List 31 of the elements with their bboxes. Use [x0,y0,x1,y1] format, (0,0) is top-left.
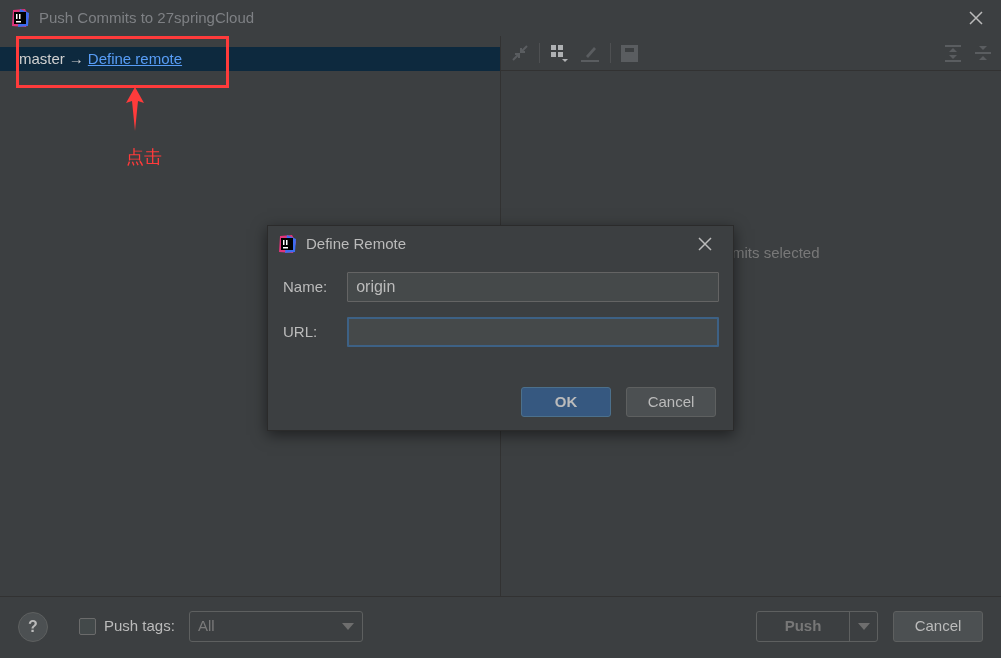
ok-button[interactable]: OK [521,387,611,417]
cancel-button[interactable]: Cancel [626,387,716,417]
pencil-icon[interactable] [580,44,600,62]
branch-row[interactable]: master → Define remote [0,47,500,71]
window-title: Push Commits to 27springCloud [39,7,255,28]
panel-icon[interactable] [621,44,638,62]
app-logo-icon [10,8,30,28]
annotation-label: 点击 [126,146,162,169]
close-icon[interactable] [969,11,983,25]
help-button[interactable]: ? [18,611,48,642]
arrow-text: → [68,48,84,69]
push-tags-checkbox[interactable] [79,618,96,635]
cancel-button[interactable]: Cancel [893,611,983,642]
collapse-all-icon[interactable] [975,44,991,62]
grid-icon[interactable] [550,44,570,62]
push-tags-label: Push tags: [104,616,175,637]
branch-name: master [19,48,65,69]
push-split-button[interactable]: Push [756,611,878,642]
tags-select[interactable]: All [188,611,363,642]
collapse-arrows-icon[interactable] [511,44,529,62]
text-field[interactable]: origin [347,272,719,302]
field-label: Name: [283,276,329,297]
dropdown-caret-icon [341,623,354,630]
text-field[interactable] [347,317,719,347]
dropdown-caret-icon[interactable] [857,623,870,630]
dialog-title: Define Remote [306,233,407,254]
expand-all-icon[interactable] [945,44,961,62]
close-icon[interactable] [698,237,712,251]
field-label: URL: [283,321,319,342]
app-logo-icon [277,234,297,254]
define-remote-link[interactable]: Define remote [87,47,183,71]
